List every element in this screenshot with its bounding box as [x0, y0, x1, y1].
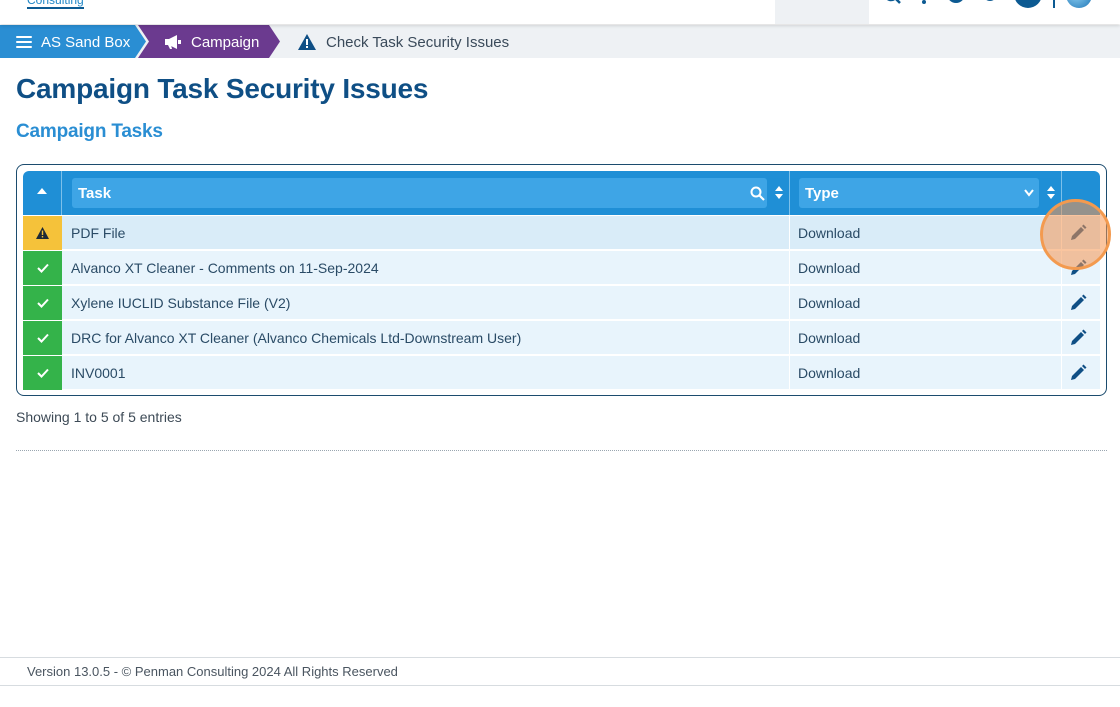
task-type: Download	[798, 295, 861, 311]
breadcrumb-campaign-label: Campaign	[191, 34, 260, 51]
hamburger-menu-icon[interactable]	[16, 36, 32, 48]
megaphone-icon	[165, 35, 181, 49]
warning-icon	[298, 34, 316, 50]
help-icon[interactable]	[946, 0, 966, 8]
task-type: Download	[798, 225, 861, 241]
breadcrumb-root-label: AS Sand Box	[41, 34, 131, 51]
search-icon[interactable]	[882, 0, 902, 8]
task-name: Xylene IUCLID Substance File (V2)	[71, 295, 291, 311]
pencil-edit-icon[interactable]	[1068, 293, 1088, 313]
section-title: Campaign Tasks	[16, 121, 163, 142]
cell-divider	[789, 321, 790, 355]
search-icon[interactable]	[750, 186, 765, 201]
type-sort-icon[interactable]	[1047, 186, 1055, 200]
row-status-ok	[23, 251, 62, 285]
cell-divider	[1061, 321, 1062, 355]
check-icon	[36, 333, 49, 343]
table-header: Task Type	[23, 171, 1100, 215]
check-icon	[36, 298, 49, 308]
row-status-warning	[23, 216, 62, 250]
footer-version-text: Version 13.0.5 - © Penman Consulting 202…	[27, 664, 398, 679]
type-column-label: Type	[805, 185, 839, 202]
task-type: Download	[798, 365, 861, 381]
table-row[interactable]: Alvanco XT Cleaner - Comments on 11-Sep-…	[23, 250, 1100, 285]
type-column-filter[interactable]: Type	[799, 178, 1039, 208]
table-row[interactable]: PDF File Download	[23, 215, 1100, 250]
breadcrumb-campaign[interactable]: Campaign	[138, 25, 280, 58]
table-row[interactable]: INV0001 Download	[23, 355, 1100, 390]
divider	[16, 450, 1107, 451]
globe-icon[interactable]	[1066, 0, 1092, 8]
warning-icon	[36, 227, 49, 239]
entries-info: Showing 1 to 5 of 5 entries	[16, 409, 182, 425]
user-avatar[interactable]	[1014, 0, 1042, 8]
cell-divider	[789, 216, 790, 250]
check-icon	[36, 263, 49, 273]
cell-divider	[1061, 356, 1062, 390]
pencil-edit-icon[interactable]	[1068, 328, 1088, 348]
row-status-ok	[23, 321, 62, 355]
breadcrumb-root[interactable]: AS Sand Box	[0, 25, 146, 58]
check-icon	[36, 368, 49, 378]
page-title: Campaign Task Security Issues	[16, 73, 429, 104]
task-type: Download	[798, 330, 861, 346]
company-logo[interactable]: Consulting	[27, 0, 84, 9]
cell-divider	[789, 286, 790, 320]
gear-icon[interactable]	[980, 0, 1000, 8]
header-divider	[1053, 0, 1055, 8]
header-divider	[789, 171, 790, 215]
tasks-table: Task Type PDF File Download Alvanco XT C…	[16, 164, 1107, 396]
task-name: INV0001	[71, 365, 126, 381]
sort-up-icon	[37, 188, 47, 194]
breadcrumb: AS Sand Box Campaign Check Task Security…	[0, 25, 1120, 58]
task-column-label: Task	[78, 185, 112, 202]
cell-divider	[1061, 286, 1062, 320]
chevron-down-icon	[1024, 189, 1034, 197]
bell-icon[interactable]	[914, 0, 934, 8]
table-row[interactable]: Xylene IUCLID Substance File (V2) Downlo…	[23, 285, 1100, 320]
breadcrumb-current-label: Check Task Security Issues	[326, 34, 510, 51]
task-type: Download	[798, 260, 861, 276]
task-name: PDF File	[71, 225, 126, 241]
row-status-ok	[23, 356, 62, 390]
task-name: DRC for Alvanco XT Cleaner (Alvanco Chem…	[71, 330, 522, 346]
pencil-edit-icon[interactable]	[1068, 363, 1088, 383]
top-nav-tab-active[interactable]	[775, 0, 869, 24]
row-status-ok	[23, 286, 62, 320]
cell-divider	[789, 356, 790, 390]
click-highlight-marker	[1040, 199, 1111, 270]
table-row[interactable]: DRC for Alvanco XT Cleaner (Alvanco Chem…	[23, 320, 1100, 355]
cell-divider	[789, 251, 790, 285]
footer: Version 13.0.5 - © Penman Consulting 202…	[0, 657, 1120, 686]
task-column-header[interactable]: Task	[72, 178, 767, 208]
top-header: Consulting	[0, 0, 1120, 24]
task-sort-icon[interactable]	[775, 186, 783, 200]
status-column-header[interactable]	[23, 171, 62, 215]
task-name: Alvanco XT Cleaner - Comments on 11-Sep-…	[71, 260, 379, 276]
